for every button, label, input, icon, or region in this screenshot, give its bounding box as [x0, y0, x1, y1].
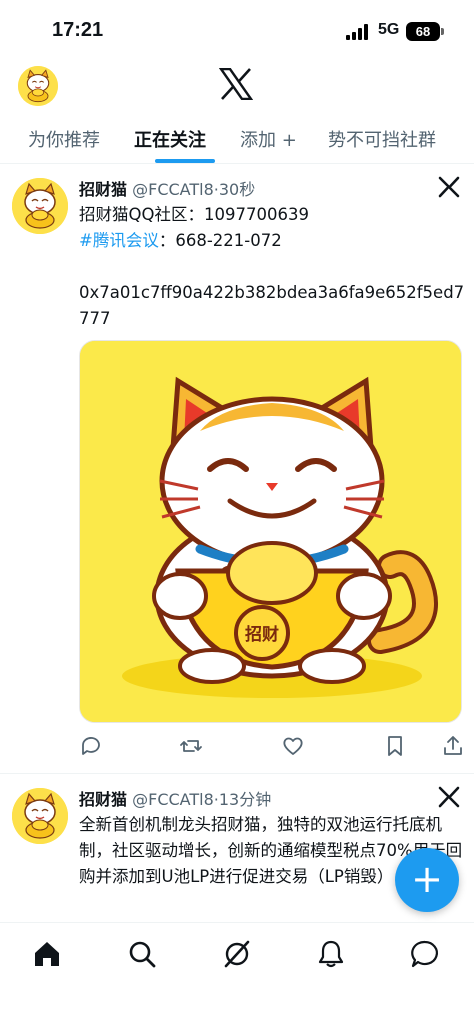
post-time: ·30秒: [213, 180, 256, 199]
notifications-icon[interactable]: [316, 939, 346, 969]
post-header: 招财猫 @FCCATl8·13分钟: [79, 786, 271, 810]
post-line: 招财猫QQ社区：1097700639: [79, 205, 309, 224]
avatar[interactable]: [12, 178, 68, 234]
tab-add[interactable]: 添加 +: [240, 126, 297, 152]
hashtag-link[interactable]: #腾讯会议: [79, 231, 159, 250]
home-icon[interactable]: [32, 939, 62, 969]
tab-community[interactable]: 势不可挡社群: [328, 126, 436, 152]
timeline-tabs: 为你推荐 正在关注 添加 + 势不可挡社群: [0, 118, 474, 164]
tab-active-indicator: [155, 159, 215, 163]
post-line-rest: ：668-221-072: [158, 231, 282, 250]
contract-address: 0x7a01c7ff90a422b382bdea3a6fa9e652f5ed77…: [79, 283, 465, 328]
x-logo-icon: [219, 68, 253, 100]
repost-icon[interactable]: [179, 734, 203, 758]
lucky-cat-avatar-icon: [18, 66, 58, 106]
profile-avatar[interactable]: [18, 66, 58, 106]
author-name[interactable]: 招财猫: [79, 790, 127, 809]
post-actions: [79, 732, 465, 760]
bottom-navigation: [0, 922, 474, 1024]
lucky-cat-avatar-icon: [12, 178, 68, 234]
lucky-cat-image: 招财: [80, 341, 461, 722]
post-divider: [0, 773, 474, 774]
share-icon[interactable]: [441, 734, 465, 758]
lucky-cat-avatar-icon: [12, 788, 68, 844]
grok-icon[interactable]: [438, 786, 460, 808]
search-icon[interactable]: [127, 939, 157, 969]
like-icon[interactable]: [281, 734, 305, 758]
post-image[interactable]: 招财: [79, 340, 462, 723]
compose-button[interactable]: +: [395, 848, 459, 912]
author-handle[interactable]: @FCCATl8: [132, 180, 214, 199]
tab-following[interactable]: 正在关注: [134, 126, 206, 152]
bookmark-icon[interactable]: [383, 734, 407, 758]
signal-icon: [346, 24, 372, 40]
grok-icon[interactable]: [222, 939, 252, 969]
network-label: 5G: [378, 21, 400, 38]
grok-icon[interactable]: [438, 176, 460, 198]
image-badge-text: 招财: [245, 624, 279, 645]
author-handle[interactable]: @FCCATl8: [132, 790, 214, 809]
battery-icon: 68: [406, 22, 444, 41]
messages-icon[interactable]: [410, 939, 440, 969]
tab-for-you[interactable]: 为你推荐: [28, 126, 100, 152]
post-time: ·13分钟: [213, 790, 272, 809]
avatar[interactable]: [12, 788, 68, 844]
status-time: 17:21: [52, 19, 104, 41]
compose-plus-label: +: [411, 857, 443, 901]
status-bar: 17:21 5G 68: [0, 0, 474, 60]
post-header: 招财猫 @FCCATl8·30秒: [79, 176, 255, 200]
reply-icon[interactable]: [79, 734, 103, 758]
post-line: #腾讯会议：668-221-072: [79, 228, 465, 254]
post-text: 招财猫QQ社区：1097700639 #腾讯会议：668-221-072 0x7…: [79, 202, 465, 332]
author-name[interactable]: 招财猫: [79, 180, 127, 199]
